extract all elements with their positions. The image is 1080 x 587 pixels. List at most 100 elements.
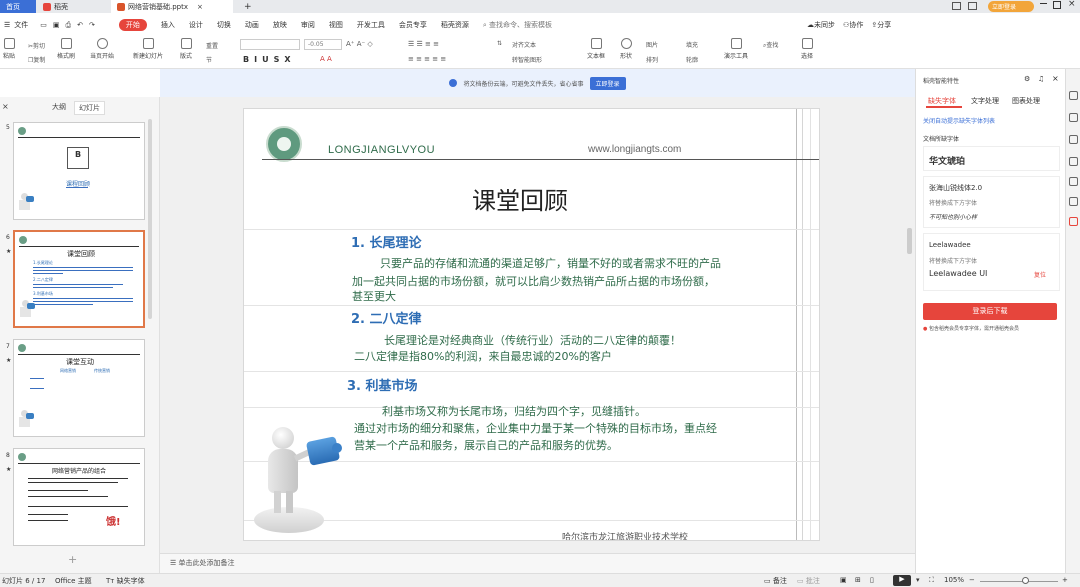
play-slideshow-button[interactable]: ▶	[893, 575, 911, 586]
share-button[interactable]: ⇪分享	[871, 20, 891, 30]
redo-icon[interactable]: ↷	[89, 21, 95, 29]
collab-button[interactable]: ⚇协作	[843, 20, 863, 30]
notes-area[interactable]: ☰ 单击此处添加备注	[160, 553, 915, 573]
missing-font-status[interactable]: Tт 缺失字体	[106, 576, 145, 586]
clock-icon[interactable]	[1069, 177, 1078, 186]
zoom-slider-track[interactable]	[980, 581, 1058, 582]
settings-icon[interactable]: ⚙	[1024, 75, 1030, 83]
text-format-buttons[interactable]: BIUSX	[243, 55, 296, 64]
layers-icon[interactable]	[1069, 197, 1078, 206]
zoom-out-button[interactable]: −	[969, 576, 975, 584]
cut-button[interactable]: ✂剪切	[28, 41, 45, 50]
font-status[interactable]: 复位	[1034, 270, 1046, 279]
text-box-button[interactable]: 文本框	[587, 38, 605, 60]
new-tab-button[interactable]: +	[238, 0, 258, 13]
canvas-scrollbar[interactable]	[907, 228, 912, 254]
menu-design[interactable]: 设计	[189, 20, 203, 30]
tab-home[interactable]: 首页	[0, 0, 36, 13]
ai-icon[interactable]	[1069, 217, 1078, 226]
tab-docer[interactable]: 稻壳	[37, 0, 109, 13]
font-name-select[interactable]	[240, 39, 300, 50]
notes-toggle[interactable]: ▭ 备注	[764, 576, 787, 586]
zoom-slider-thumb[interactable]	[1022, 577, 1029, 584]
fit-window-icon[interactable]: ⛶	[929, 576, 934, 585]
outline-button[interactable]: 轮廓	[686, 55, 698, 64]
zoom-in-button[interactable]: +	[1062, 576, 1068, 584]
style-icon[interactable]	[1069, 91, 1078, 100]
list-buttons[interactable]: ☰ ☰ ≡ ≡	[408, 40, 439, 48]
new-slide-button[interactable]: 新建幻灯片	[133, 38, 163, 60]
menu-developer[interactable]: 开发工具	[357, 20, 385, 30]
font-card-1[interactable]: 华文琥珀	[923, 146, 1060, 171]
font-card-2[interactable]: 张海山锐线体2.0 将替换成下方字体 不可知也别小心样	[923, 176, 1060, 228]
save-icon[interactable]: ▣	[53, 21, 60, 29]
reset-button[interactable]: 重置	[206, 41, 218, 50]
animation-icon[interactable]	[1069, 135, 1078, 144]
grid-icon[interactable]	[968, 2, 977, 10]
bell-icon[interactable]: ♫	[1038, 75, 1044, 83]
picture-button[interactable]: 图片	[646, 40, 658, 49]
slide-thumbnail-7[interactable]: 课堂互动 网络营销 传统营销	[13, 339, 145, 437]
tab-text-processing[interactable]: 文字处理	[971, 96, 999, 106]
shape-button[interactable]: 形状	[620, 38, 632, 60]
fill-button[interactable]: 填充	[686, 40, 698, 49]
menu-file[interactable]: 文件	[14, 20, 28, 30]
menu-member[interactable]: 会员专享	[399, 20, 427, 30]
layout-button[interactable]: 版式	[180, 38, 192, 60]
slide-thumbnail-6[interactable]: 课堂回顾 1.长尾理论 2.二八定律 3.利基市场	[13, 230, 145, 328]
convert-smartart-button[interactable]: 转智能图形	[512, 55, 542, 64]
copy-button[interactable]: ❐复制	[28, 55, 45, 64]
folder-icon[interactable]: ▭	[40, 21, 47, 29]
menu-review[interactable]: 审阅	[301, 20, 315, 30]
slideshow-dropdown-icon[interactable]: ▾	[916, 576, 920, 584]
slide-thumbnail-5[interactable]: B 课程回顾	[13, 122, 145, 220]
close-panel-icon[interactable]: ×	[2, 102, 9, 111]
undo-icon[interactable]: ↶	[77, 21, 83, 29]
command-search[interactable]: ⌕ 查找命令、搜索模板	[483, 20, 552, 30]
section-button[interactable]: 节	[206, 55, 212, 64]
slide-thumbnail-8[interactable]: 网络营销产品的组合 饿!	[13, 448, 145, 546]
hamburger-icon[interactable]: ☰	[4, 21, 10, 29]
normal-view-icon[interactable]: ▣	[840, 576, 847, 584]
tab-missing-fonts[interactable]: 缺失字体	[928, 96, 956, 106]
reading-view-icon[interactable]: ▯	[870, 576, 874, 584]
star-icon[interactable]	[1069, 113, 1078, 122]
menu-insert[interactable]: 插入	[161, 20, 175, 30]
tab-chart-processing[interactable]: 图表处理	[1012, 96, 1040, 106]
close-icon[interactable]: ×	[197, 3, 203, 11]
tab-outline[interactable]: 大纲	[52, 102, 66, 112]
menu-docer-resources[interactable]: 稻壳资源	[441, 20, 469, 30]
find-button[interactable]: ⌕查找	[763, 40, 778, 50]
select-button[interactable]: 选择	[801, 38, 813, 60]
paste-button[interactable]: 粘贴	[3, 38, 15, 60]
disable-auto-prompt-link[interactable]: 关闭自动提示缺失字体列表	[923, 116, 995, 125]
presenter-tools-button[interactable]: 演示工具	[724, 38, 748, 60]
minimize-icon[interactable]	[1040, 3, 1047, 4]
menu-view[interactable]: 视图	[329, 20, 343, 30]
login-button[interactable]: 立即登录	[988, 1, 1034, 12]
window-close-icon[interactable]: ×	[1068, 0, 1076, 9]
arrange-button[interactable]: 排列	[646, 55, 658, 64]
maximize-icon[interactable]	[1053, 1, 1061, 9]
slide[interactable]: LONGJIANGLVYOU www.longjiangts.com 课堂回顾 …	[243, 108, 820, 541]
thumbnail-scrollbar[interactable]	[148, 119, 152, 319]
sync-status[interactable]: ☁未同步	[807, 20, 835, 30]
zoom-level[interactable]: 105%	[944, 576, 964, 584]
add-slide-button[interactable]: +	[68, 553, 77, 566]
copy-page-icon[interactable]	[1069, 157, 1078, 166]
text-direction-button[interactable]: ⇅	[497, 40, 502, 47]
menu-home[interactable]: 开始	[118, 19, 147, 31]
layout-icon[interactable]	[952, 2, 961, 10]
menu-transition[interactable]: 切换	[217, 20, 231, 30]
notification-login-button[interactable]: 立即登录	[589, 76, 626, 90]
font-card-3[interactable]: Leelawadee 将替换成下方字体 Leelawadee UI 复位	[923, 233, 1060, 291]
comment-toggle[interactable]: ▭ 批注	[797, 576, 820, 586]
panel-close-icon[interactable]: ×	[1052, 74, 1059, 83]
font-grow-shrink-buttons[interactable]: A⁺ A⁻ ◇	[346, 40, 373, 48]
menu-slideshow[interactable]: 放映	[273, 20, 287, 30]
font-size-select[interactable]: -0.05	[304, 39, 342, 50]
print-icon[interactable]: ⎙	[66, 21, 72, 30]
menu-animation[interactable]: 动画	[245, 20, 259, 30]
tab-slides[interactable]: 幻灯片	[74, 101, 105, 115]
tab-file[interactable]: 网络营销基础.pptx ×	[111, 0, 233, 13]
